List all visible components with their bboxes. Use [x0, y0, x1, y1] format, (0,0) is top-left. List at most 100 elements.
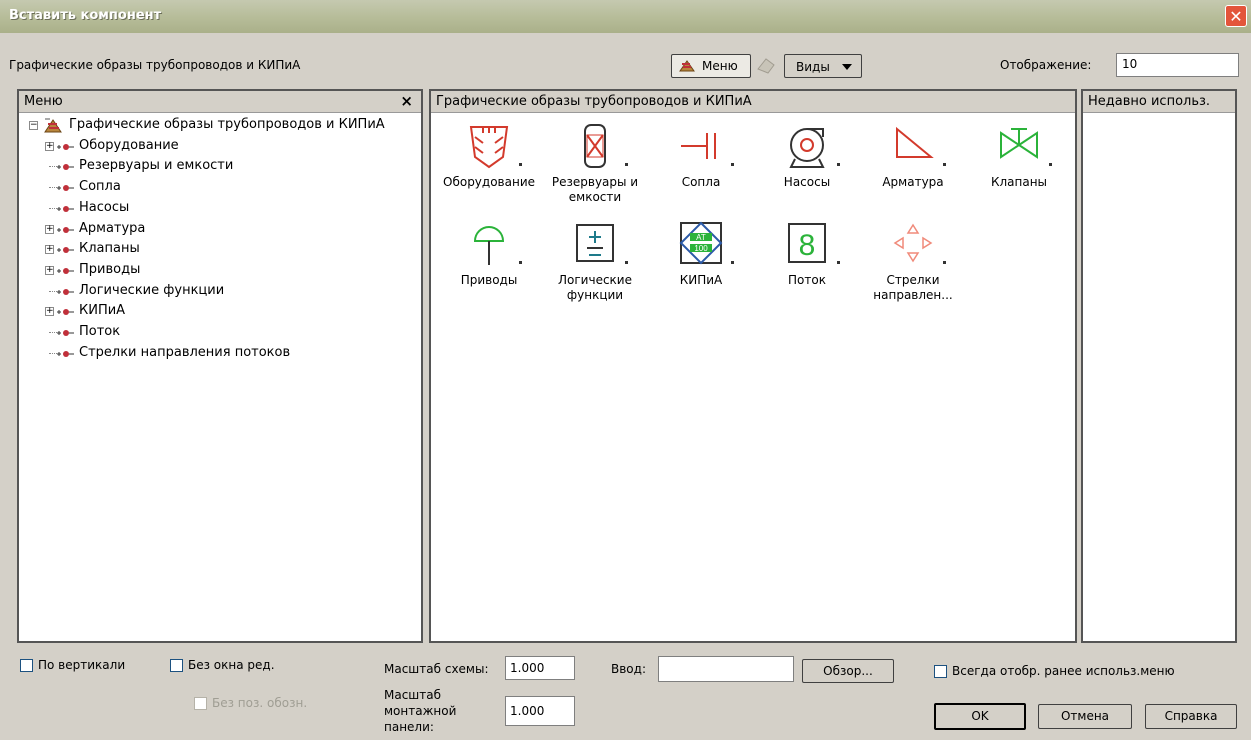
tree-item[interactable]: + Клапаны [19, 240, 414, 260]
svg-text:100: 100 [694, 244, 708, 253]
component-item[interactable]: Арматура [863, 123, 963, 190]
component-item[interactable]: Приводы [439, 221, 539, 288]
tree-node-icon [57, 266, 75, 276]
no-edit-window-label: Без окна ред. [188, 658, 275, 672]
expand-icon[interactable]: + [45, 141, 54, 151]
component-item[interactable]: Стрелки направлен... [863, 221, 963, 303]
tree-item[interactable]: + Приводы [19, 261, 414, 281]
help-button[interactable]: Справка [1145, 704, 1237, 729]
tree-item-label: Оборудование [79, 137, 179, 153]
menu-panel-title: Меню [24, 94, 63, 109]
valve-icon [969, 123, 1069, 169]
component-item[interactable]: AT 100 КИПиА [651, 221, 751, 288]
expand-icon[interactable]: + [45, 224, 54, 234]
tree-item-label: Приводы [79, 261, 141, 277]
component-item[interactable]: Логические функции [545, 221, 645, 303]
tree-connector [49, 332, 57, 333]
browse-button[interactable]: Обзор... [802, 659, 894, 683]
cancel-button[interactable]: Отмена [1038, 704, 1132, 729]
components-panel-title: Графические образы трубопроводов и КИПиА [436, 94, 752, 109]
no-edit-window-checkbox[interactable] [170, 659, 183, 672]
title-bar: Вставить компонент ✕ [0, 0, 1251, 33]
folder-category-icon [43, 116, 63, 134]
no-position-label-label: Без поз. обозн. [212, 696, 308, 710]
menu-button[interactable]: Меню [671, 54, 751, 78]
pump-icon [757, 123, 857, 169]
equipment-icon [439, 123, 539, 169]
no-position-label-checkbox[interactable] [194, 697, 207, 710]
fitting-icon [863, 123, 963, 169]
recent-panel-header: Недавно использ. [1083, 91, 1235, 113]
tree-item-label: Графические образы трубопроводов и КИПиА [69, 117, 385, 132]
tree-item-label: КИПиА [79, 303, 126, 319]
actuator-icon [439, 221, 539, 267]
panel-scale-label-line3: панели: [384, 720, 434, 734]
back-icon[interactable] [754, 55, 778, 77]
input-label: Ввод: [611, 662, 646, 676]
svg-text:AT: AT [696, 233, 706, 242]
instrument-icon: AT 100 [651, 221, 751, 267]
scheme-scale-input[interactable]: 1.000 [505, 656, 575, 680]
component-item-label: Арматура [882, 175, 944, 189]
collapse-icon[interactable]: − [29, 121, 38, 130]
window-title: Вставить компонент [9, 8, 162, 23]
tree-item-label: Клапаны [79, 241, 140, 257]
component-item[interactable]: 8 Поток [757, 221, 857, 288]
close-icon[interactable]: × [400, 92, 413, 110]
menu-panel-header: Меню × [19, 91, 421, 113]
tree-item[interactable]: Сопла [19, 178, 414, 198]
tree-item[interactable]: + Арматура [19, 220, 414, 240]
panel-scale-value: 1.000 [510, 704, 545, 718]
tree-item[interactable]: Резервуары и емкости [19, 157, 414, 177]
components-panel: Графические образы трубопроводов и КИПиА… [429, 89, 1077, 643]
component-item-label: Резервуары и емкости [551, 175, 639, 204]
tree-connector [49, 290, 57, 292]
recent-panel: Недавно использ. [1081, 89, 1237, 643]
component-item[interactable]: Насосы [757, 123, 857, 190]
panel-scale-input[interactable]: 1.000 [505, 696, 575, 726]
expand-icon[interactable]: + [45, 307, 54, 317]
scheme-scale-label: Масштаб схемы: [384, 662, 489, 676]
component-item-label: Логические функции [558, 273, 632, 302]
display-label: Отображение: [1000, 58, 1092, 72]
tree-node-icon [57, 225, 75, 235]
component-item[interactable]: Резервуары и емкости [545, 123, 645, 205]
tree-node-icon [57, 328, 75, 338]
tree-item[interactable]: Стрелки направления потоков [19, 344, 414, 364]
panel-scale-label-line1: Масштаб [384, 688, 442, 702]
expand-icon[interactable]: + [45, 265, 54, 275]
close-window-button[interactable]: ✕ [1225, 5, 1247, 27]
views-dropdown[interactable]: Виды [784, 54, 862, 78]
display-count-value: 10 [1122, 57, 1138, 71]
tree-item[interactable]: Логические функции [19, 282, 414, 302]
tree-node-icon [57, 183, 75, 193]
tree-item-label: Логические функции [79, 282, 225, 298]
component-item[interactable]: Сопла [651, 123, 751, 190]
component-item-label: Поток [788, 273, 826, 287]
vertical-checkbox[interactable] [20, 659, 33, 672]
tree-item[interactable]: + КИПиА [19, 302, 414, 322]
component-item-label: Сопла [681, 175, 721, 189]
tank-icon [545, 123, 645, 169]
input-field[interactable] [658, 656, 794, 682]
component-item-label: Приводы [460, 273, 518, 287]
always-show-recent-label: Всегда отобр. ранее использ.меню [952, 664, 1175, 678]
svg-text:8: 8 [799, 229, 816, 262]
tree-item[interactable]: Насосы [19, 199, 414, 219]
ok-button[interactable]: OK [934, 703, 1026, 730]
tree-root-item[interactable]: − Графические образы трубопроводов и КИПи… [19, 116, 414, 136]
tree-item[interactable]: Поток [19, 323, 414, 343]
menu-button-label: Меню [702, 59, 738, 73]
tree-item-label: Резервуары и емкости [79, 158, 234, 174]
tree-item-label: Насосы [79, 199, 130, 215]
expand-icon[interactable]: + [45, 245, 54, 255]
display-count-input[interactable]: 10 [1116, 53, 1239, 77]
tree-item[interactable]: + Оборудование [19, 137, 414, 157]
menu-tree: − Графические образы трубопроводов и КИПи… [19, 116, 419, 636]
component-item[interactable]: Оборудование [439, 123, 539, 190]
always-show-recent-checkbox[interactable] [934, 665, 947, 678]
component-item[interactable]: Клапаны [969, 123, 1069, 190]
scheme-scale-value: 1.000 [510, 661, 545, 675]
tree-item-label: Стрелки направления потоков [79, 344, 291, 360]
chevron-down-icon [842, 64, 852, 70]
